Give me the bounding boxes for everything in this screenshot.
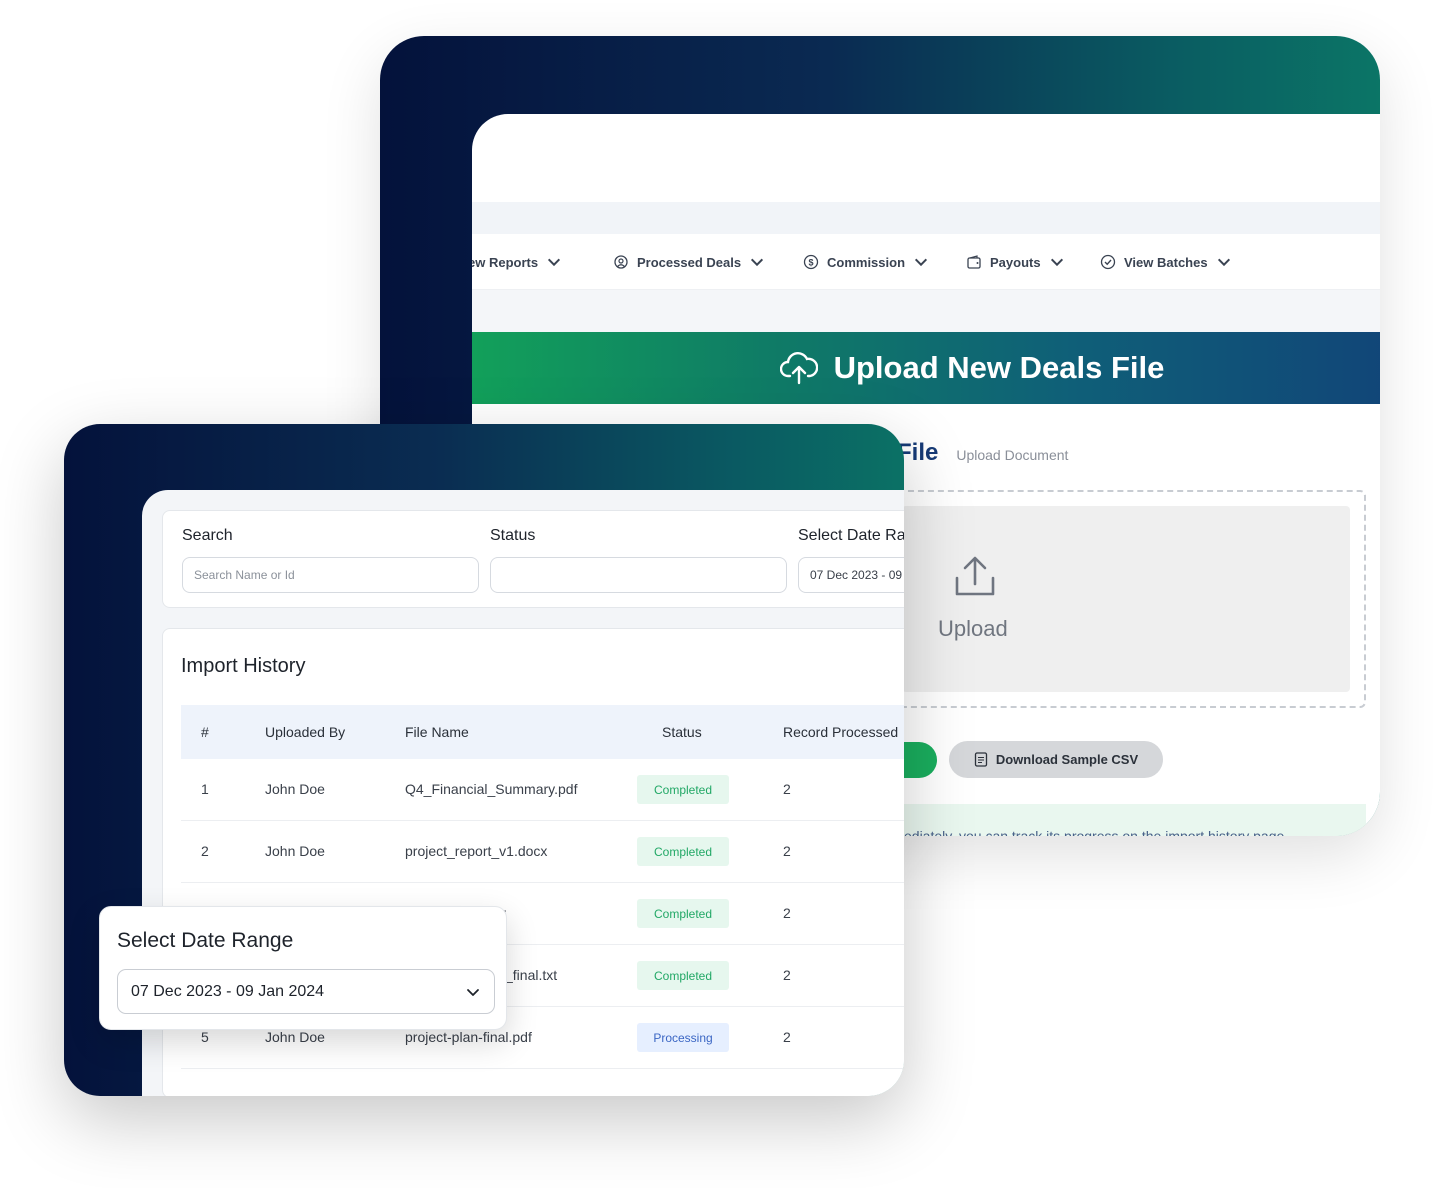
import-history-title: Import History (181, 655, 306, 677)
column-header: Status (662, 724, 702, 740)
file-name: project-plan-final.pdf (405, 1029, 532, 1045)
nav-item-label: View Batches (1124, 254, 1208, 270)
info-note: ediately, you can track its progress on … (892, 804, 1366, 836)
search-input[interactable]: Search Name or Id (182, 557, 479, 593)
nav-item-label: Processed Deals (637, 254, 742, 270)
chevron-down-icon (1050, 258, 1063, 267)
dropzone-area[interactable]: Upload (902, 506, 1350, 692)
row-number: 5 (201, 1029, 209, 1045)
svg-text:$: $ (808, 258, 813, 268)
main-nav: ew Reports Processed Deals $ Commission … (472, 234, 1380, 290)
records-processed: 2 (783, 967, 791, 983)
chevron-down-icon (548, 258, 561, 267)
file-dropzone[interactable]: Upload (892, 490, 1366, 708)
date-range-popover-title: Select Date Range (117, 929, 294, 952)
filter-panel: Search Search Name or Id Status Select D… (162, 510, 904, 608)
date-range-value: 07 Dec 2023 - 09 Jan 2024 (131, 982, 325, 1000)
chevron-down-icon (1217, 258, 1230, 267)
chevron-down-icon (751, 258, 764, 267)
file-name: Q4_Financial_Summary.pdf (405, 781, 578, 797)
nav-item-processed-deals[interactable]: Processed Deals (613, 254, 765, 270)
dollar-circle-icon: $ (803, 254, 819, 270)
info-note-text: ediately, you can track its progress on … (904, 828, 1289, 836)
column-header: # (201, 724, 209, 740)
table-row[interactable]: 1 John Doe Q4_Financial_Summary.pdf Comp… (181, 759, 904, 821)
file-name: project_report_v1.docx (405, 843, 548, 859)
date-range-label: Select Date Ra (798, 527, 904, 544)
column-header: Uploaded By (265, 724, 346, 740)
uploaded-by: John Doe (265, 1029, 325, 1045)
column-header: Record Processed (783, 724, 899, 740)
cloud-upload-icon (779, 352, 818, 385)
file-icon (974, 752, 987, 767)
row-number: 2 (201, 843, 209, 859)
chevron-down-icon (467, 988, 479, 996)
status-badge: Completed (637, 775, 729, 804)
nav-item-view-batches[interactable]: View Batches (1100, 254, 1232, 270)
download-sample-csv-button[interactable]: Download Sample CSV (949, 741, 1163, 778)
file-name: _final.txt (505, 967, 558, 983)
row-number: 1 (201, 781, 209, 797)
nav-item-reports[interactable]: ew Reports (472, 254, 562, 270)
records-processed: 2 (783, 843, 791, 859)
section-subtitle: Upload Document (956, 447, 1069, 463)
wallet-icon (967, 255, 981, 269)
table-header: # Uploaded By File Name Status Record Pr… (181, 705, 904, 759)
nav-item-payouts[interactable]: Payouts (966, 254, 1065, 270)
status-select[interactable] (490, 557, 787, 593)
date-range-select[interactable]: 07 Dec 2023 - 09 Jan 2024 (117, 969, 495, 1014)
upload-banner: Upload New Deals File (472, 332, 1380, 404)
upload-section-header: File Upload Document (897, 439, 1068, 467)
download-csv-label: Download Sample CSV (995, 752, 1139, 767)
uploaded-by: John Doe (265, 781, 325, 797)
date-range-input[interactable]: 07 Dec 2023 - 09 (798, 557, 904, 593)
nav-item-label: Commission (827, 254, 906, 270)
status-badge: Completed (637, 961, 729, 990)
status-badge: Completed (637, 899, 729, 928)
check-circle-icon (1100, 254, 1116, 270)
records-processed: 2 (783, 781, 791, 797)
table-row[interactable]: 2 John Doe project_report_v1.docx Comple… (181, 821, 904, 883)
records-processed: 2 (783, 905, 791, 921)
nav-item-label: Payouts (990, 254, 1041, 270)
dropzone-label: Upload (938, 616, 1008, 641)
records-processed: 2 (783, 1029, 791, 1045)
status-label: Status (490, 527, 536, 544)
search-label: Search (182, 527, 233, 544)
chevron-down-icon (914, 258, 928, 267)
status-badge: Processing (637, 1023, 729, 1052)
banner-title: Upload New Deals File (833, 350, 1165, 385)
date-range-popover: Select Date Range 07 Dec 2023 - 09 Jan 2… (99, 906, 507, 1030)
upload-icon (955, 556, 995, 596)
nav-spacer (472, 290, 1380, 332)
deals-icon (614, 255, 628, 269)
nav-item-label: ew Reports (472, 254, 539, 270)
top-strip (472, 202, 1380, 234)
status-badge: Completed (637, 837, 729, 866)
uploaded-by: John Doe (265, 843, 325, 859)
column-header: File Name (405, 724, 469, 740)
nav-item-commission[interactable]: $ Commission (803, 254, 929, 270)
